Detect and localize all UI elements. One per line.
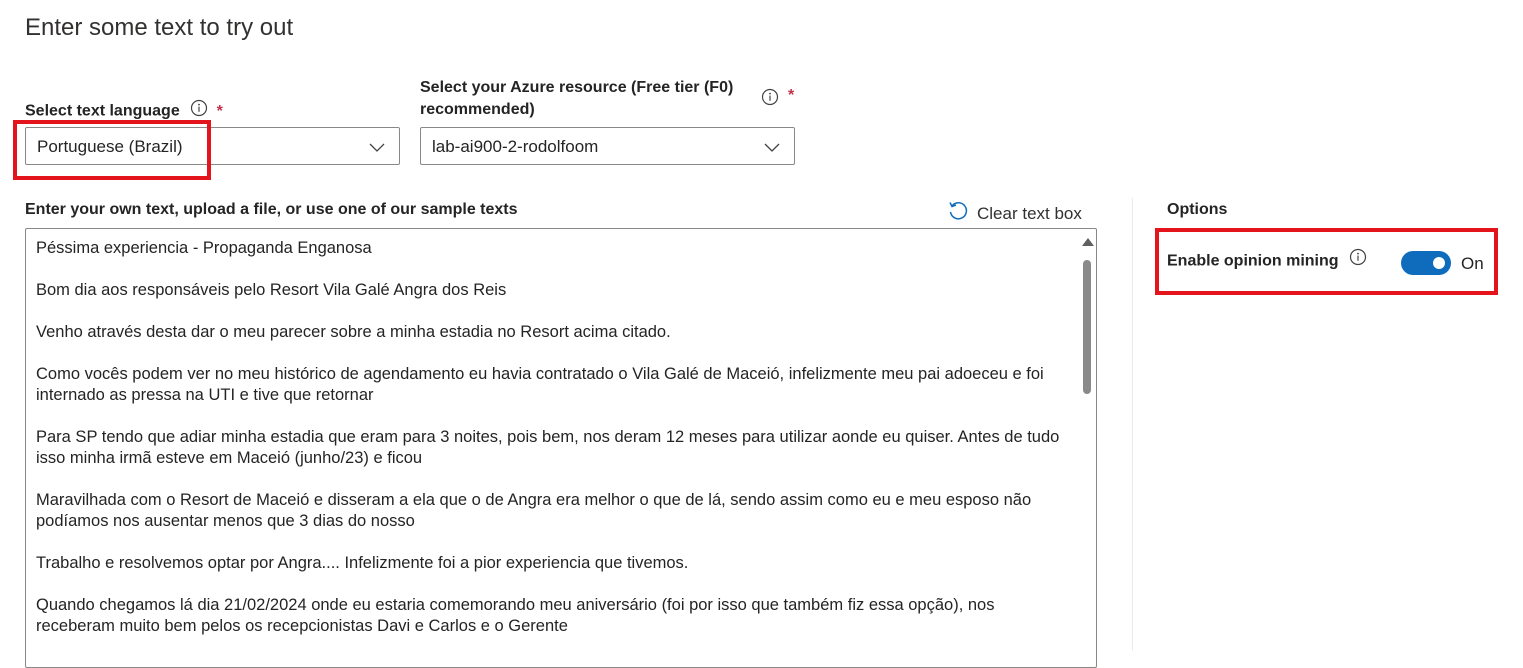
- info-icon[interactable]: [761, 88, 779, 111]
- resource-label-line2: recommended): [420, 101, 535, 118]
- language-label-text: Select text language: [25, 102, 180, 120]
- resource-label-line1: Select your Azure resource (Free tier (F…: [420, 79, 734, 96]
- text-paragraph: Maravilhada com o Resort de Maceió e dis…: [36, 491, 1032, 530]
- clear-text-box-button[interactable]: Clear text box: [947, 200, 1082, 227]
- required-marker: *: [216, 102, 223, 120]
- text-paragraph: Trabalho e resolvemos optar por Angra...…: [36, 554, 689, 572]
- resource-dropdown[interactable]: lab-ai900-2-rodolfoom: [420, 127, 795, 165]
- opinion-mining-label: Enable opinion mining: [1167, 248, 1367, 271]
- text-paragraph: Péssima experiencia - Propaganda Enganos…: [36, 239, 372, 257]
- text-input-area[interactable]: Péssima experiencia - Propaganda Enganos…: [25, 228, 1097, 668]
- text-input-content: Péssima experiencia - Propaganda Enganos…: [36, 238, 1071, 658]
- text-paragraph: Quando chegamos lá dia 21/02/2024 onde e…: [36, 596, 995, 635]
- resource-label: Select your Azure resource (Free tier (F…: [420, 77, 733, 121]
- info-icon[interactable]: [1349, 248, 1367, 271]
- scrollbar-thumb[interactable]: [1083, 260, 1091, 394]
- text-paragraph: Para SP tendo que adiar minha estadia qu…: [36, 428, 1060, 467]
- info-icon[interactable]: [190, 99, 208, 124]
- scrollbar[interactable]: [1079, 230, 1095, 667]
- required-marker: *: [788, 87, 795, 104]
- language-selected-value: Portuguese (Brazil): [37, 137, 183, 156]
- language-dropdown[interactable]: Portuguese (Brazil): [25, 127, 400, 165]
- opinion-mining-toggle[interactable]: [1401, 251, 1451, 275]
- text-paragraph: Bom dia aos responsáveis pelo Resort Vil…: [36, 281, 507, 299]
- opinion-mining-label-text: Enable opinion mining: [1167, 252, 1339, 270]
- scroll-up-arrow-icon[interactable]: [1082, 238, 1094, 246]
- panel-divider: [1132, 198, 1133, 651]
- text-input-label: Enter your own text, upload a file, or u…: [25, 201, 518, 218]
- undo-icon: [947, 200, 969, 227]
- toggle-knob: [1433, 257, 1445, 269]
- chevron-down-icon: [764, 140, 780, 158]
- chevron-down-icon: [369, 140, 385, 158]
- toggle-state-label: On: [1461, 254, 1484, 273]
- language-label: Select text language *: [25, 99, 223, 124]
- options-title: Options: [1167, 201, 1228, 218]
- text-paragraph: Como vocês podem ver no meu histórico de…: [36, 365, 1044, 404]
- text-paragraph: Venho através desta dar o meu parecer so…: [36, 323, 671, 341]
- page-title: Enter some text to try out: [25, 14, 294, 41]
- clear-text-box-label: Clear text box: [977, 203, 1082, 223]
- resource-selected-value: lab-ai900-2-rodolfoom: [432, 137, 599, 156]
